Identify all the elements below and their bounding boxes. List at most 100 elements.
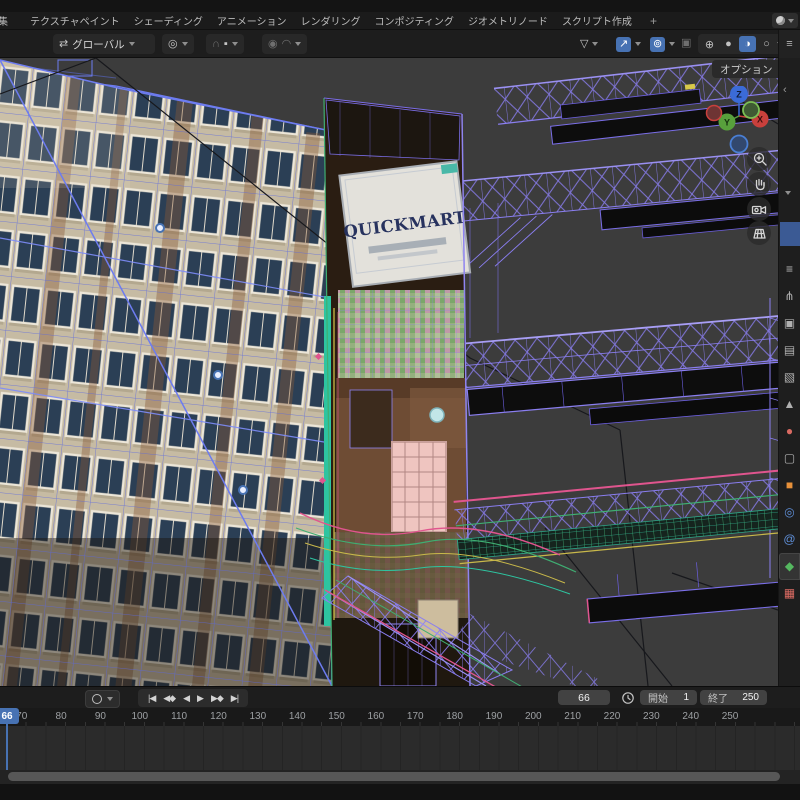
shading-material-button[interactable]: ◑ bbox=[739, 36, 756, 52]
properties-tab-render[interactable]: ▣ bbox=[779, 310, 800, 337]
timeline-ruler[interactable]: 7080901001101201301401501601701801902002… bbox=[0, 708, 800, 726]
overlays-icon: ⊚ bbox=[650, 37, 665, 52]
pivot-point-dropdown[interactable]: ◎ bbox=[162, 34, 194, 54]
frame-tick: 90 bbox=[95, 711, 106, 722]
previous-keyframe-button[interactable]: ◀◆ bbox=[163, 693, 175, 704]
axis-negative-z-ball[interactable] bbox=[731, 136, 748, 153]
axis-y-label: Y bbox=[724, 118, 730, 128]
zoom-button[interactable] bbox=[747, 147, 771, 171]
playhead-badge[interactable]: 66 bbox=[0, 708, 19, 724]
transform-orientation-dropdown[interactable]: ⇄ グローバル bbox=[53, 34, 155, 54]
chevron-down-icon[interactable] bbox=[785, 191, 791, 195]
snap-controls[interactable]: ∩ ▪ bbox=[206, 34, 244, 54]
proportional-falloff-icon: ◠ bbox=[282, 39, 292, 50]
collapse-arrow-icon[interactable]: ‹ bbox=[783, 84, 787, 96]
shading-mode-group: ⊕ ● ◑ ○ bbox=[698, 34, 786, 54]
chevron-down-icon bbox=[635, 42, 641, 46]
axis-navigation-gizmo[interactable]: Z X Y bbox=[702, 86, 782, 158]
3d-viewport[interactable]: QUICKMART bbox=[0, 58, 778, 686]
pivot-icon: ◎ bbox=[168, 39, 178, 50]
frame-tick: 80 bbox=[56, 711, 67, 722]
chevron-down-icon bbox=[669, 42, 675, 46]
frame-tick: 250 bbox=[722, 711, 739, 722]
chevron-down-icon bbox=[295, 42, 301, 46]
end-value: 250 bbox=[742, 692, 759, 703]
properties-tab-object-data[interactable]: ◆ bbox=[779, 553, 800, 580]
properties-tab-object[interactable]: ■ bbox=[779, 472, 800, 499]
overlays-dropdown[interactable]: ⊚ bbox=[644, 34, 681, 54]
properties-tab-output[interactable]: ▤ bbox=[779, 337, 800, 364]
frame-tick: 220 bbox=[604, 711, 621, 722]
workspace-tab[interactable]: スクリプト作成 bbox=[562, 13, 632, 28]
horizontal-scrollbar[interactable] bbox=[8, 772, 780, 781]
frame-tick: 170 bbox=[407, 711, 424, 722]
play-button[interactable]: ▶ bbox=[197, 693, 203, 704]
playhead-line[interactable] bbox=[6, 724, 8, 770]
properties-tab-material[interactable]: ▦ bbox=[779, 580, 800, 607]
play-reverse-button[interactable]: ◀ bbox=[183, 693, 189, 704]
properties-tab-physics[interactable]: ◎ bbox=[779, 499, 800, 526]
clock-disc bbox=[430, 408, 444, 422]
current-frame-field[interactable]: 66 bbox=[558, 690, 610, 705]
record-icon bbox=[92, 694, 102, 704]
frame-tick: 240 bbox=[682, 711, 699, 722]
shading-wireframe-button[interactable]: ⊕ bbox=[701, 36, 718, 52]
axis-negative-y-ball[interactable] bbox=[743, 102, 759, 118]
jump-to-start-button[interactable]: |◀ bbox=[148, 693, 155, 704]
frame-start-field[interactable]: 開始 1 bbox=[640, 690, 697, 705]
chevron-down-icon bbox=[182, 42, 188, 46]
timeline-track[interactable] bbox=[0, 726, 800, 770]
pan-hand-button[interactable] bbox=[747, 172, 771, 196]
proportional-editing-controls[interactable]: ◉ ◠ bbox=[262, 34, 307, 54]
proportional-editing-icon[interactable]: ◉ bbox=[268, 39, 278, 50]
viewport-canvas[interactable]: QUICKMART bbox=[0, 58, 778, 686]
workspace-tab[interactable]: アニメーション bbox=[217, 13, 287, 28]
frame-tick: 190 bbox=[486, 711, 503, 722]
gizmos-dropdown[interactable]: ↗ bbox=[610, 34, 647, 54]
workspace-tab[interactable]: レンダリング bbox=[301, 13, 361, 28]
visibility-filter-icon: ▽ bbox=[580, 39, 588, 50]
chevron-down-icon bbox=[592, 42, 598, 46]
magnet-icon[interactable]: ∩ bbox=[212, 39, 220, 50]
workspace-tab-partial[interactable]: 集 bbox=[0, 13, 8, 28]
jump-to-end-button[interactable]: ▶| bbox=[231, 693, 238, 704]
properties-tab-view-layer[interactable]: ▧ bbox=[779, 364, 800, 391]
workspace-tab[interactable]: テクスチャペイント bbox=[30, 13, 120, 28]
frame-tick: 150 bbox=[328, 711, 345, 722]
properties-tab-world[interactable]: ● bbox=[779, 418, 800, 445]
add-workspace-button[interactable]: + bbox=[650, 14, 657, 28]
properties-tab-constraints[interactable]: @ bbox=[779, 526, 800, 553]
workspace-tab[interactable]: ジオメトリノード bbox=[468, 13, 548, 28]
frame-end-field[interactable]: 終了 250 bbox=[700, 690, 767, 705]
xray-toggle-icon[interactable]: ▣ bbox=[681, 38, 691, 49]
camera-view-button[interactable] bbox=[747, 197, 771, 221]
chevron-down-icon bbox=[129, 42, 135, 46]
visibility-dropdown[interactable]: ▽ bbox=[574, 34, 604, 54]
scene-selector[interactable] bbox=[772, 13, 798, 28]
properties-tab-tool-settings[interactable]: ⋔ bbox=[779, 283, 800, 310]
properties-tab-scene[interactable]: ▲ bbox=[779, 391, 800, 418]
properties-tab-active-tool[interactable]: ≡ bbox=[779, 256, 800, 283]
properties-tab-collection[interactable]: ▢ bbox=[779, 445, 800, 472]
shading-rendered-button[interactable]: ○ bbox=[758, 36, 775, 52]
next-keyframe-button[interactable]: ▶◆ bbox=[211, 693, 223, 704]
outliner-editor-corner[interactable]: ≡ bbox=[778, 30, 800, 58]
chevron-down-icon bbox=[788, 19, 794, 23]
selected-outliner-row[interactable] bbox=[780, 222, 800, 246]
frame-tick: 130 bbox=[249, 711, 266, 722]
glowing-window bbox=[392, 442, 446, 532]
shading-solid-button[interactable]: ● bbox=[720, 36, 737, 52]
chevron-down-icon bbox=[232, 42, 238, 46]
chevron-down-icon bbox=[107, 697, 113, 701]
auto-keying-controls[interactable] bbox=[85, 690, 120, 708]
apartment-building[interactable] bbox=[0, 58, 360, 686]
quickmart-billboard[interactable]: QUICKMART bbox=[337, 161, 474, 287]
workspace-tab[interactable]: コンポジティング bbox=[375, 13, 454, 28]
frame-tick: 140 bbox=[289, 711, 306, 722]
perspective-toggle-button[interactable] bbox=[747, 221, 771, 245]
timeline-header: |◀ ◀◆ ◀ ▶ ▶◆ ▶| 66 開始 1 終了 250 bbox=[0, 686, 800, 708]
axis-negative-x-ball[interactable] bbox=[707, 106, 722, 121]
workspace-tab[interactable]: シェーディング bbox=[134, 13, 203, 28]
end-label: 終了 bbox=[708, 690, 728, 705]
frame-tick: 200 bbox=[525, 711, 542, 722]
